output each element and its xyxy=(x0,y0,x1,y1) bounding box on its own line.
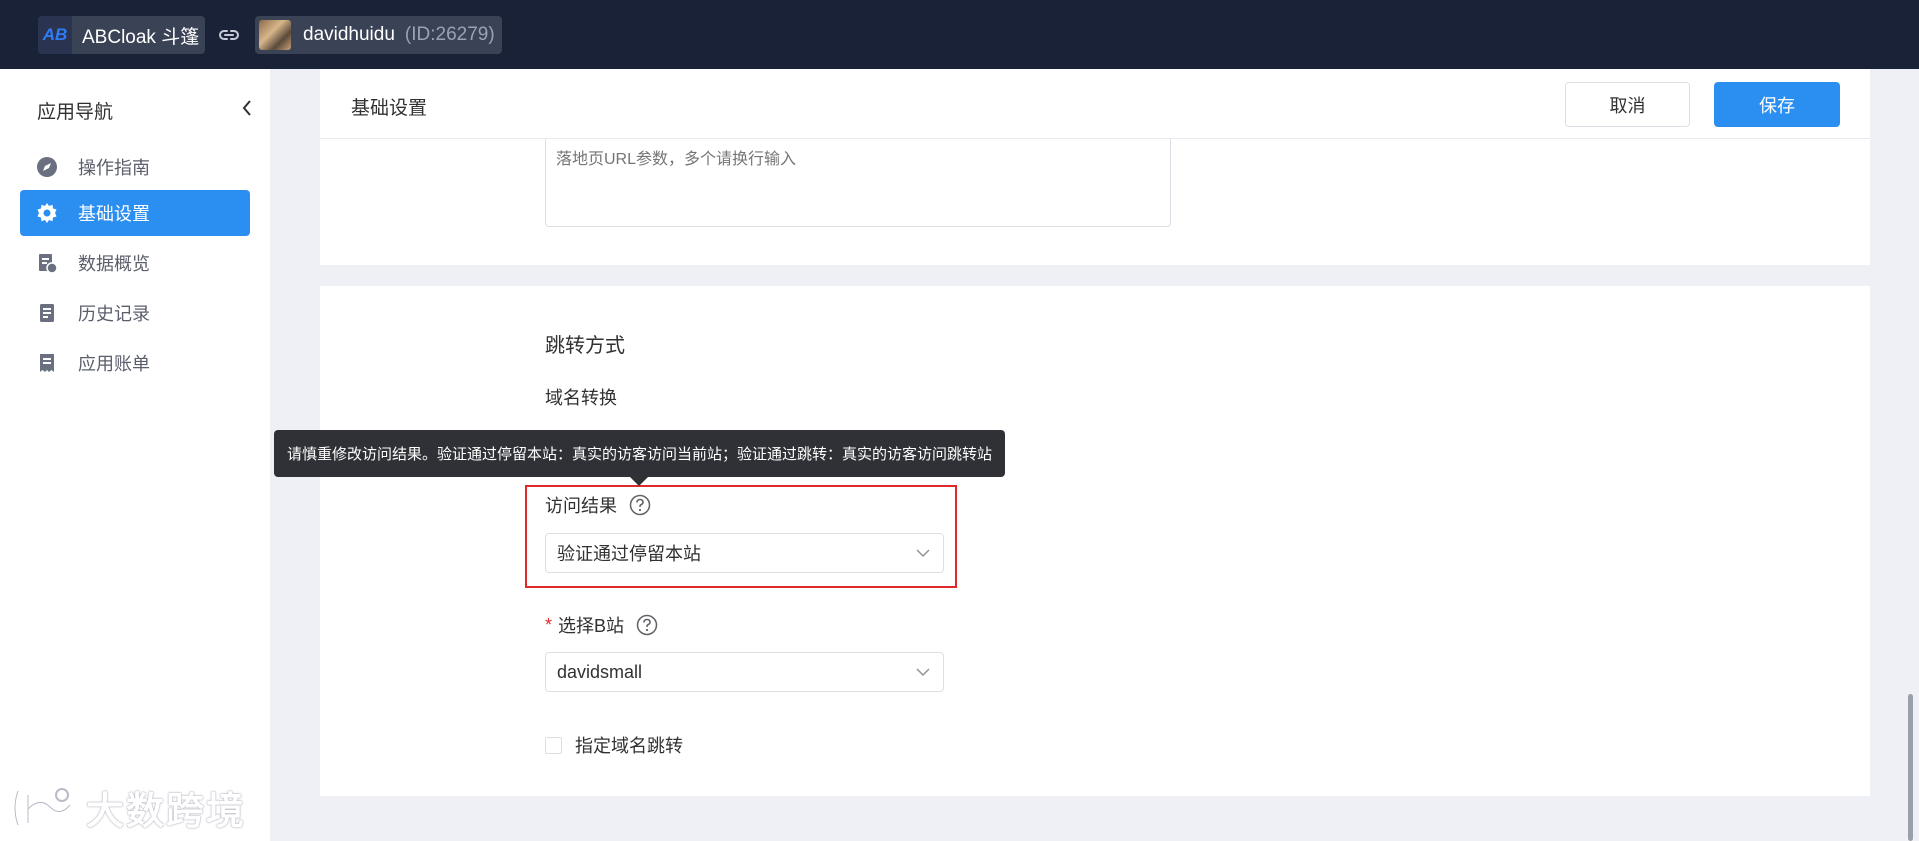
sidebar-item-guide[interactable]: 操作指南 xyxy=(20,144,250,190)
sidebar-item-label: 数据概览 xyxy=(78,254,150,274)
visit-result-select[interactable]: 验证通过停留本站 xyxy=(545,533,944,573)
brand-button[interactable]: AB ABCloak 斗篷 xyxy=(38,16,205,54)
landing-url-params-input[interactable] xyxy=(545,139,1171,227)
nav-title: 应用导航 xyxy=(37,102,114,123)
select-b-site-select[interactable]: davidsmall xyxy=(545,652,944,692)
sidebar-item-billing[interactable]: 应用账单 xyxy=(20,340,250,386)
account-button[interactable]: davidhuidu (ID:26279) xyxy=(255,16,502,54)
link-icon xyxy=(219,30,239,40)
document-icon xyxy=(40,304,54,322)
tooltip-arrow xyxy=(630,477,648,486)
account-name: davidhuidu xyxy=(303,24,395,45)
sidebar-item-label: 历史记录 xyxy=(78,304,150,324)
top-bar: AB ABCloak 斗篷 davidhuidu (ID:26279) xyxy=(0,0,1919,69)
question-circle-icon[interactable] xyxy=(629,494,651,516)
select-b-site-label: * 选择B站 xyxy=(545,612,658,638)
save-button[interactable]: 保存 xyxy=(1714,82,1840,127)
settings-header: 基础设置 取消 保存 xyxy=(320,69,1870,139)
landing-params-card xyxy=(320,139,1870,265)
page-title: 基础设置 xyxy=(351,98,428,119)
redirect-settings-card: 跳转方式 域名转换 访问结果 验证通过停留本站 * 选择B站 davidsmal… xyxy=(320,286,1870,796)
visit-result-value: 验证通过停留本站 xyxy=(557,544,701,564)
specify-domain-redirect-checkbox[interactable]: 指定域名跳转 xyxy=(545,732,683,758)
watermark: 大数跨境 xyxy=(10,780,246,835)
question-circle-icon[interactable] xyxy=(636,614,658,636)
cancel-button[interactable]: 取消 xyxy=(1565,82,1690,127)
checkbox-label: 指定域名跳转 xyxy=(575,736,683,756)
checkbox[interactable] xyxy=(545,736,562,754)
select-b-site-value: davidsmall xyxy=(557,661,643,682)
chevron-left-icon[interactable] xyxy=(240,98,254,118)
section-title: 跳转方式 xyxy=(545,335,625,357)
tooltip-text: 请慎重修改访问结果。验证通过停留本站：真实的访客访问当前站；验证通过跳转：真实的… xyxy=(287,446,993,463)
visit-result-label-text: 访问结果 xyxy=(545,496,617,516)
brand-name: ABCloak 斗篷 xyxy=(82,26,200,48)
avatar xyxy=(259,20,291,50)
sidebar-item-history[interactable]: 历史记录 xyxy=(20,290,250,336)
sidebar-item-label: 操作指南 xyxy=(78,158,150,178)
data-report-icon xyxy=(39,254,58,274)
scrollbar-thumb[interactable] xyxy=(1908,694,1913,841)
sidebar: 应用导航 操作指南 基础设置 数据概览 历史记录 应用账单 xyxy=(0,69,270,841)
watermark-text: 大数跨境 xyxy=(86,791,247,833)
chevron-down-icon xyxy=(916,668,930,677)
domain-conversion-label: 域名转换 xyxy=(545,388,617,408)
visit-result-tooltip: 请慎重修改访问结果。验证通过停留本站：真实的访客访问当前站；验证通过跳转：真实的… xyxy=(274,430,1005,477)
sidebar-item-data-overview[interactable]: 数据概览 xyxy=(20,240,250,286)
visit-result-label: 访问结果 xyxy=(545,492,651,518)
gear-icon xyxy=(37,203,57,223)
chevron-down-icon xyxy=(916,549,930,558)
account-id: (ID:26279) xyxy=(404,24,495,45)
compass-icon xyxy=(37,157,57,177)
sidebar-item-basic-settings[interactable]: 基础设置 xyxy=(20,190,250,236)
sidebar-item-label: 应用账单 xyxy=(78,354,150,374)
sidebar-item-label: 基础设置 xyxy=(78,204,150,224)
brand-logo: AB xyxy=(38,16,72,54)
select-b-site-label-text: 选择B站 xyxy=(558,616,625,636)
bill-icon xyxy=(40,354,54,372)
required-mark: * xyxy=(545,614,553,635)
watermark-logo-icon xyxy=(12,787,73,827)
